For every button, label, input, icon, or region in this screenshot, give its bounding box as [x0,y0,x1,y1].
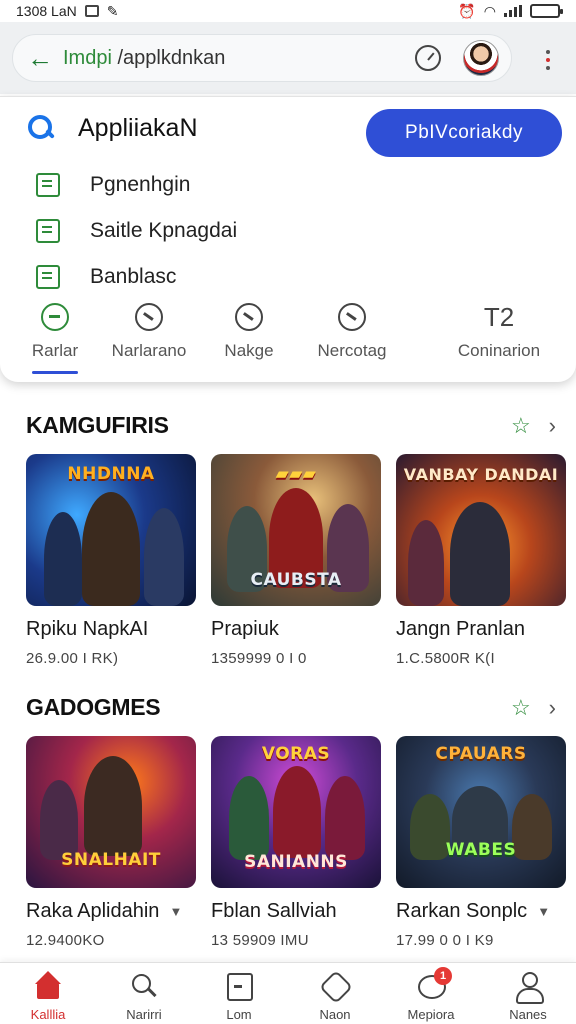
app-name: Rarkan Sonplc ▼ [396,900,551,922]
app-name: Raka Aplidahin ▼ [26,900,183,922]
suggestion-label: Saitle Kpnagdai [90,219,238,242]
app-stats: 1.C.5800R K(I [396,650,495,667]
section-header: GADOGMES ☆ › [26,694,556,721]
app-stats: 12.9400KO [26,932,105,949]
app-thumbnail[interactable]: CPAUARS WABES [396,736,566,888]
app-stats: 17.99 0 0 I K9 [396,932,494,949]
app-name: Prapiuk [211,618,279,640]
chevron-right-icon[interactable]: › [549,413,556,439]
status-time: 1308 LaN [16,3,77,19]
app-thumbnail[interactable]: NHDNNA [26,454,196,606]
nav-puzzle[interactable]: Naon [295,971,375,1022]
back-arrow-icon[interactable]: ← [27,45,53,71]
nav-notifications[interactable]: 1 Mepiora [391,967,471,1022]
tab-nakge[interactable]: Nakge [194,303,304,361]
tab-narlarano[interactable]: Narlarano [94,303,204,361]
alarm-icon: ⏰ [458,2,476,19]
search-icon [26,113,56,143]
app-name: Rpiku NapkAI [26,618,149,640]
app-card[interactable]: CPAUARS WABES Rarkan Sonplc ▼ 17.99 0 0 I… [396,736,566,949]
more-menu-icon[interactable] [546,50,550,70]
list-icon [36,219,60,243]
app-card[interactable]: NHDNNA Rpiku NapkAI 26.9.00 I RK) [26,454,196,667]
signal-icon [504,5,522,17]
notification-badge: 1 [434,967,452,985]
star-icon[interactable]: ☆ [511,695,531,721]
app-thumbnail[interactable]: VORAS SANIANNS [211,736,381,888]
app-card[interactable]: VORAS SANIANNS Fblan Sallviah 13 59909 I… [211,736,381,949]
app-card[interactable]: VANBAY DANDAI Jangn Pranlan 1.C.5800R K(… [396,454,566,667]
chevron-down-icon[interactable]: ▼ [537,904,550,919]
search-icon [129,971,159,1001]
user-icon [513,971,544,1004]
image-icon [84,5,99,17]
browser-toolbar: ← Imdpi /applkdnkan [0,22,576,94]
search-row[interactable]: AppliiakaN [26,113,198,143]
search-panel: AppliiakaN PbIVcoriakdy Pgnenhgin Saitle… [0,96,576,382]
address-bar[interactable]: ← Imdpi /applkdnkan [12,34,512,82]
app-thumbnail[interactable]: ▰▰▰ CAUBSTA [211,454,381,606]
home-icon [33,971,63,1001]
primary-action-button[interactable]: PbIVcoriakdy [366,109,562,157]
timer-icon[interactable] [415,45,441,71]
suggestion-label: Banblasc [90,265,177,288]
bolt-icon [235,303,263,331]
chevron-down-icon[interactable]: ▼ [169,904,182,919]
compass-icon [41,303,69,331]
avatar[interactable] [463,40,499,76]
app-card[interactable]: ▰▰▰ CAUBSTA Prapiuk 1359999 0 I 0 [211,454,381,667]
bottom-navigation: Kalllia Narirri Lom Naon 1 Mepiora Nanes [0,962,576,1024]
nav-home[interactable]: Kalllia [8,971,88,1022]
star-icon[interactable]: ☆ [511,413,531,439]
suggestion-label: Pgnenhgin [90,173,191,196]
app-stats: 1359999 0 I 0 [211,650,307,667]
battery-icon [530,4,563,18]
app-stats: 26.9.00 I RK) [26,650,119,667]
tab-nercotag[interactable]: Nercotag [297,303,407,361]
wifi-icon: ◠ [483,2,496,19]
search-query[interactable]: AppliiakaN [78,114,198,143]
active-tab-indicator [32,371,78,374]
suggestion-item[interactable]: Pgnenhgin [36,173,190,197]
section-header: KAMGUFIRIS ☆ › [26,412,556,439]
app-name: Jangn Pranlan [396,618,525,640]
section-title: GADOGMES [26,694,161,720]
image-icon [36,265,60,289]
apps-icon [224,971,254,1001]
bookmark-icon [36,173,60,197]
nav-apps[interactable]: Lom [199,971,279,1022]
chat-icon [338,303,366,331]
app-name: Fblan Sallviah [211,900,337,922]
nav-profile[interactable]: Nanes [488,971,568,1022]
app-thumbnail[interactable]: VANBAY DANDAI [396,454,566,606]
app-stats: 13 59909 IMU [211,932,309,949]
app-thumbnail[interactable]: SNALHAIT [26,736,196,888]
notifications-icon: 1 [416,967,452,1001]
app-card[interactable]: SNALHAIT Raka Aplidahin ▼ 12.9400KO [26,736,196,949]
section-title: KAMGUFIRIS [26,412,169,438]
category-tabs: Rarlar Narlarano Nakge Nercotag T2 Conin… [0,303,576,379]
puzzle-icon [320,971,350,1001]
nav-search[interactable]: Narirri [104,971,184,1022]
tab-number: T2 [483,302,515,332]
chevron-right-icon[interactable]: › [549,695,556,721]
url-text[interactable]: Imdpi /applkdnkan [63,47,225,70]
clock-icon [135,303,163,331]
tab-coninarion[interactable]: T2 Coninarion [444,303,554,361]
suggestion-item[interactable]: Banblasc [36,265,176,289]
suggestion-item[interactable]: Saitle Kpnagdai [36,219,237,243]
status-bar: 1308 LaN ✎ ⏰ ◠ [0,0,576,22]
mute-icon: ✎ [106,2,119,19]
